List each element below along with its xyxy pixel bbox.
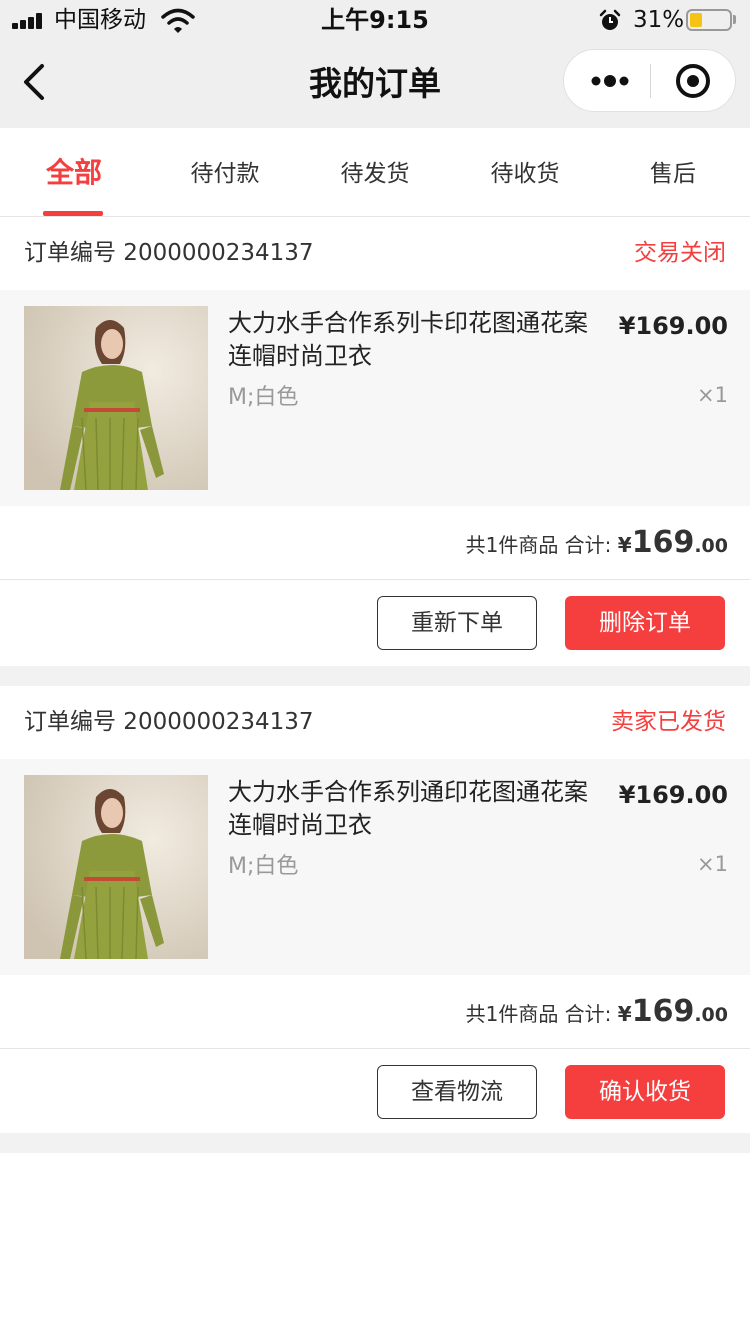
order-total: 共1件商品 合计: ¥169.00 [466,993,728,1034]
product-quantity: ×1 [697,383,728,407]
order-status: 卖家已发货 [611,709,726,735]
product-quantity: ×1 [697,852,728,876]
order-actions: 查看物流 确认收货 [0,1049,750,1135]
order-header: 订单编号 2000000234137 交易关闭 [0,217,750,290]
section-gap [0,1133,750,1153]
top-bar: 中国移动 上午9:15 31% 我的订单 [0,0,750,128]
order-tabs: 全部 待付款 待发货 待收货 售后 [0,128,750,217]
section-gap [0,666,750,686]
capsule-divider [650,64,651,98]
total-amount-dec: .00 [694,535,728,557]
alarm-icon [599,9,621,30]
mini-program-capsule [563,49,736,112]
total-amount-int: 169 [631,994,695,1029]
total-currency: ¥ [617,1002,632,1026]
order-header: 订单编号 2000000234137 卖家已发货 [0,686,750,759]
view-logistics-button[interactable]: 查看物流 [377,1065,537,1119]
confirm-receipt-button[interactable]: 确认收货 [565,1065,725,1119]
total-amount-int: 169 [631,525,695,560]
order-item[interactable]: 大力水手合作系列卡印花图通花案连帽时尚卫衣 M;白色 ¥169.00 ×1 [0,290,750,506]
tab-after-sales[interactable]: 售后 [600,128,750,216]
status-bar: 中国移动 上午9:15 31% [0,0,750,40]
total-count-label: 共1件商品 合计: [465,1002,612,1026]
close-mini-program-icon[interactable] [675,63,711,99]
product-thumbnail [24,306,208,490]
more-icon[interactable] [590,72,630,90]
order-number: 订单编号 2000000234137 [24,240,314,266]
order-actions: 重新下单 删除订单 [0,580,750,666]
order-summary: 共1件商品 合计: ¥169.00 [0,506,750,580]
product-name: 大力水手合作系列通印花图通花案连帽时尚卫衣 [228,778,588,839]
order-status: 交易关闭 [634,240,726,266]
battery-icon [686,9,732,31]
order-number: 订单编号 2000000234137 [24,709,314,735]
tab-pending-shipment[interactable]: 待发货 [300,128,450,216]
product-price: ¥169.00 [618,312,728,340]
battery-percent: 31% [633,7,685,33]
total-amount-dec: .00 [694,1004,728,1026]
order-card: 订单编号 2000000234137 卖家已发货 大力水手合作系列通印花图通花案… [0,686,750,1135]
tab-all[interactable]: 全部 [0,128,150,216]
tab-pending-payment[interactable]: 待付款 [150,128,300,216]
product-price: ¥169.00 [618,781,728,809]
battery-level [690,13,702,27]
product-thumbnail [24,775,208,959]
order-item[interactable]: 大力水手合作系列通印花图通花案连帽时尚卫衣 M;白色 ¥169.00 ×1 [0,759,750,975]
delete-order-button[interactable]: 删除订单 [565,596,725,650]
order-card: 订单编号 2000000234137 交易关闭 大力水手合作系列卡印花图通花案连… [0,217,750,666]
tab-pending-receipt[interactable]: 待收货 [450,128,600,216]
battery-cap [733,15,736,24]
total-currency: ¥ [617,533,632,557]
product-spec: M;白色 [228,385,299,410]
reorder-button[interactable]: 重新下单 [377,596,537,650]
product-spec: M;白色 [228,854,299,879]
order-summary: 共1件商品 合计: ¥169.00 [0,975,750,1049]
order-total: 共1件商品 合计: ¥169.00 [466,524,728,565]
product-name: 大力水手合作系列卡印花图通花案连帽时尚卫衣 [228,309,588,370]
total-count-label: 共1件商品 合计: [465,533,612,557]
